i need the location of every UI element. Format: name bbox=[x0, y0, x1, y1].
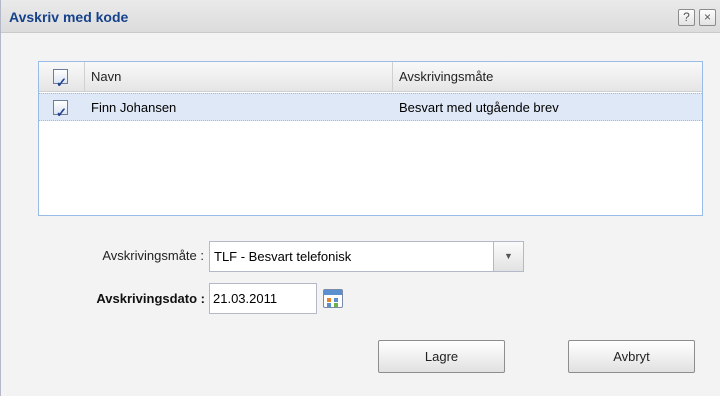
mode-select[interactable]: TLF - Besvart telefonisk ▼ bbox=[209, 241, 524, 272]
dialog-title: Avskriv med kode bbox=[9, 9, 129, 25]
close-icon[interactable]: × bbox=[699, 9, 716, 26]
grid-header: ✓ Navn Avskrivingsmåte bbox=[39, 62, 702, 92]
header-check-cell: ✓ bbox=[39, 62, 85, 92]
chevron-down-icon[interactable]: ▼ bbox=[493, 242, 523, 271]
mode-label: Avskrivingsmåte : bbox=[102, 248, 204, 263]
row-mode: Besvart med utgående brev bbox=[399, 100, 559, 115]
mode-select-value: TLF - Besvart telefonisk bbox=[214, 249, 352, 264]
save-button[interactable]: Lagre bbox=[378, 340, 505, 373]
date-label: Avskrivingsdato : bbox=[96, 291, 205, 306]
help-icon[interactable]: ? bbox=[678, 9, 695, 26]
column-header-mode[interactable]: Avskrivingsmåte bbox=[393, 62, 702, 92]
table-row[interactable]: ✓ Finn Johansen Besvart med utgående bre… bbox=[39, 93, 702, 121]
select-all-checkbox[interactable]: ✓ bbox=[53, 69, 68, 90]
date-input-value: 21.03.2011 bbox=[213, 291, 278, 306]
column-header-name[interactable]: Navn bbox=[85, 62, 393, 92]
row-checkbox[interactable]: ✓ bbox=[53, 100, 68, 120]
recipient-grid: ✓ Navn Avskrivingsmåte ✓ Finn Johansen B… bbox=[38, 61, 703, 216]
cancel-button[interactable]: Avbryt bbox=[568, 340, 695, 373]
dialog: Avskriv med kode ? × ✓ Navn Avskrivingsm… bbox=[0, 0, 720, 396]
row-name: Finn Johansen bbox=[91, 100, 177, 115]
date-input[interactable]: 21.03.2011 bbox=[209, 283, 317, 314]
check-icon: ✓ bbox=[56, 105, 67, 120]
row-check-cell: ✓ bbox=[39, 94, 85, 122]
dialog-titlebar: Avskriv med kode ? × bbox=[1, 0, 720, 33]
calendar-icon[interactable] bbox=[323, 289, 343, 308]
